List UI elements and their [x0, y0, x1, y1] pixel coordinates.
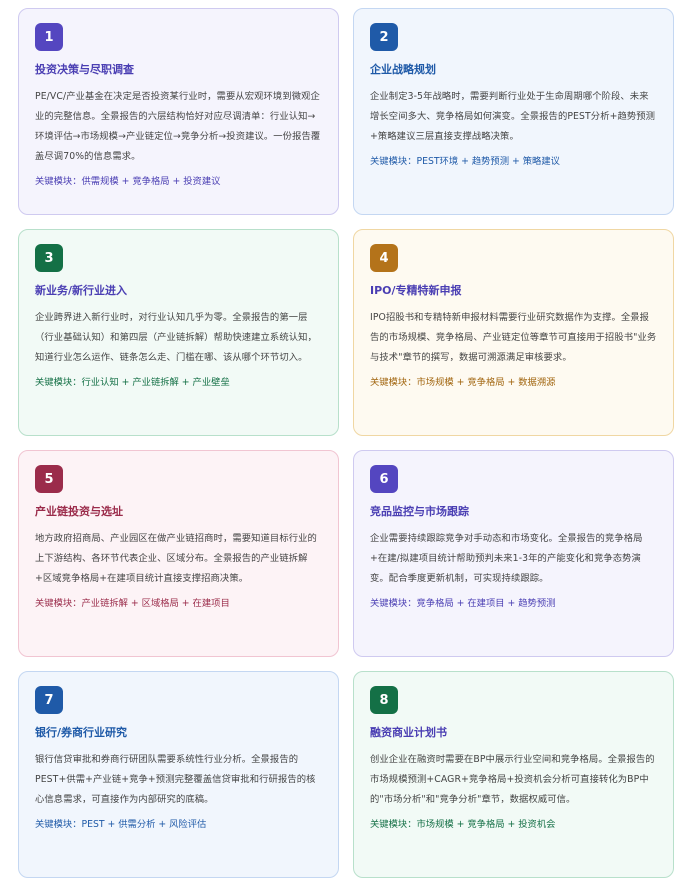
- card-number-badge: 7: [35, 686, 63, 714]
- card-description: 创业企业在融资时需要在BP中展示行业空间和竞争格局。全景报告的市场规模预测+CA…: [370, 754, 655, 805]
- scenario-card-8: 8 融资商业计划书 创业企业在融资时需要在BP中展示行业空间和竞争格局。全景报告…: [353, 671, 674, 878]
- card-key-modules: 关键模块：市场规模 + 竞争格局 + 投资机会: [370, 819, 556, 830]
- card-key-modules: 关键模块：供需规模 + 竞争格局 + 投资建议: [35, 176, 221, 187]
- card-number-badge: 5: [35, 465, 63, 493]
- card-description: 企业需要持续跟踪竞争对手动态和市场变化。全景报告的竞争格局+在建/拟建项目统计帮…: [370, 533, 643, 584]
- card-number-badge: 8: [370, 686, 398, 714]
- card-title: 银行/券商行业研究: [35, 726, 128, 739]
- card-title: 投资决策与尽职调查: [35, 63, 134, 76]
- card-key-modules: 关键模块：PEST环境 + 趋势预测 + 策略建议: [370, 156, 560, 167]
- scenario-card-5: 5 产业链投资与选址 地方政府招商局、产业园区在做产业链招商时，需要知道目标行业…: [18, 450, 339, 657]
- card-description: 银行信贷审批和券商行研团队需要系统性行业分析。全景报告的PEST+供需+产业链+…: [35, 754, 316, 805]
- scenario-card-7: 7 银行/券商行业研究 银行信贷审批和券商行研团队需要系统性行业分析。全景报告的…: [18, 671, 339, 878]
- card-title: 企业战略规划: [370, 63, 436, 76]
- card-description: PE/VC/产业基金在决定是否投资某行业时，需要从宏观环境到微观企业的完整信息。…: [35, 91, 321, 162]
- card-number-badge: 6: [370, 465, 398, 493]
- card-description: 企业跨界进入新行业时，对行业认知几乎为零。全景报告的第一层（行业基础认知）和第四…: [35, 312, 317, 363]
- card-number-badge: 1: [35, 23, 63, 51]
- card-key-modules: 关键模块：产业链拆解 + 区域格局 + 在建项目: [35, 598, 230, 609]
- scenario-card-6: 6 竞品监控与市场跟踪 企业需要持续跟踪竞争对手动态和市场变化。全景报告的竞争格…: [353, 450, 674, 657]
- card-title: 竞品监控与市场跟踪: [370, 505, 469, 518]
- scenario-card-2: 2 企业战略规划 企业制定3-5年战略时，需要判断行业处于生命周期哪个阶段、未来…: [353, 8, 674, 215]
- card-number-badge: 3: [35, 244, 63, 272]
- card-description: 地方政府招商局、产业园区在做产业链招商时，需要知道目标行业的上下游结构、各环节代…: [35, 533, 317, 584]
- scenario-card-4: 4 IPO/专精特新申报 IPO招股书和专精特新申报材料需要行业研究数据作为支撑…: [353, 229, 674, 436]
- card-number-badge: 2: [370, 23, 398, 51]
- card-title: 新业务/新行业进入: [35, 284, 128, 297]
- scenario-card-1: 1 投资决策与尽职调查 PE/VC/产业基金在决定是否投资某行业时，需要从宏观环…: [18, 8, 339, 215]
- scenario-card-3: 3 新业务/新行业进入 企业跨界进入新行业时，对行业认知几乎为零。全景报告的第一…: [18, 229, 339, 436]
- card-key-modules: 关键模块：PEST + 供需分析 + 风险评估: [35, 819, 207, 830]
- card-key-modules: 关键模块：竞争格局 + 在建项目 + 趋势预测: [370, 598, 556, 609]
- card-description: IPO招股书和专精特新申报材料需要行业研究数据作为支撑。全景报告的市场规模、竞争…: [370, 312, 657, 363]
- card-number-badge: 4: [370, 244, 398, 272]
- card-description: 企业制定3-5年战略时，需要判断行业处于生命周期哪个阶段、未来增长空间多大、竞争…: [370, 91, 656, 142]
- card-title: 融资商业计划书: [370, 726, 447, 739]
- card-title: IPO/专精特新申报: [370, 284, 462, 297]
- card-title: 产业链投资与选址: [35, 505, 123, 518]
- card-key-modules: 关键模块：市场规模 + 竞争格局 + 数据溯源: [370, 377, 556, 388]
- scenario-card-grid: 1 投资决策与尽职调查 PE/VC/产业基金在决定是否投资某行业时，需要从宏观环…: [18, 8, 674, 878]
- card-key-modules: 关键模块：行业认知 + 产业链拆解 + 产业壁垒: [35, 377, 230, 388]
